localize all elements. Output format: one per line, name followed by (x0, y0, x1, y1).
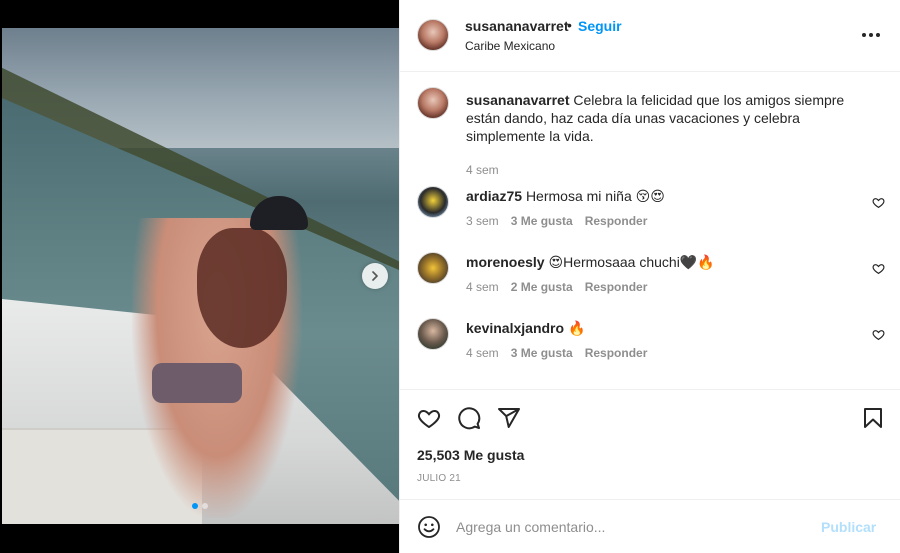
emoji-icon[interactable] (417, 515, 441, 539)
comment-username[interactable]: morenoesly (466, 254, 545, 270)
comment-meta: 4 sem 3 Me gusta Responder (466, 346, 647, 360)
author-username[interactable]: susananavarret (465, 18, 569, 34)
caption-time[interactable]: 4 sem (466, 163, 499, 177)
carousel-indicator (192, 503, 208, 509)
comment-meta: 3 sem 3 Me gusta Responder (466, 214, 647, 228)
carousel-next-button[interactable] (362, 263, 388, 289)
comment-item: ardiaz75 Hermosa mi niña 😚😍 3 sem 3 Me g… (417, 186, 887, 236)
post-media (0, 0, 399, 553)
comment-time[interactable]: 4 sem (466, 280, 499, 294)
comment-item: morenoesly 😍Hermosaaa chuchi🖤🔥 4 sem 2 M… (417, 252, 887, 302)
follow-button[interactable]: Seguir (578, 18, 622, 34)
bookmark-icon[interactable] (861, 406, 885, 430)
caption-avatar[interactable] (417, 87, 449, 119)
comment-text: Hermosa mi niña 😚😍 (525, 188, 665, 204)
comment-input[interactable] (456, 515, 796, 539)
post-actions: 25,503 Me gusta JULIO 21 (400, 389, 900, 499)
share-icon[interactable] (497, 406, 521, 430)
comment-like-heart-icon[interactable] (872, 196, 885, 209)
comment-line: ardiaz75 Hermosa mi niña 😚😍 (466, 188, 665, 205)
comment-line: morenoesly 😍Hermosaaa chuchi🖤🔥 (466, 254, 715, 271)
comment-icon[interactable] (457, 406, 481, 430)
caption-username[interactable]: susananavarret (466, 92, 570, 108)
comment-like-heart-icon[interactable] (872, 262, 885, 275)
post-date[interactable]: JULIO 21 (417, 473, 461, 484)
post-header: susananavarret • Seguir Caribe Mexicano (400, 0, 900, 72)
caption-text: susananavarret Celebra la felicidad que … (466, 91, 861, 145)
photo-swimsuit (152, 363, 242, 403)
chevron-right-icon (372, 271, 378, 281)
comment-text: 🔥 (567, 320, 586, 336)
comment-likes[interactable]: 2 Me gusta (511, 280, 573, 294)
more-options-icon[interactable] (862, 26, 880, 44)
reply-button[interactable]: Responder (585, 280, 648, 294)
comment-meta: 4 sem 2 Me gusta Responder (466, 280, 647, 294)
like-count[interactable]: 25,503 Me gusta (417, 447, 524, 463)
comment-likes[interactable]: 3 Me gusta (511, 346, 573, 360)
comment-username[interactable]: ardiaz75 (466, 188, 522, 204)
header-separator: • (567, 17, 572, 33)
comment-composer: Publicar (400, 499, 900, 553)
comment-time[interactable]: 4 sem (466, 346, 499, 360)
comments-list[interactable]: susananavarret Celebra la felicidad que … (400, 73, 900, 389)
publish-button[interactable]: Publicar (821, 519, 876, 535)
comment-likes[interactable]: 3 Me gusta (511, 214, 573, 228)
comment-avatar[interactable] (417, 318, 449, 350)
post-location[interactable]: Caribe Mexicano (465, 39, 555, 53)
post-photo[interactable] (2, 28, 399, 524)
comment-text: 😍Hermosaaa chuchi🖤🔥 (548, 254, 715, 270)
post-side-panel: susananavarret • Seguir Caribe Mexicano … (399, 0, 900, 553)
reply-button[interactable]: Responder (585, 214, 648, 228)
photo-hair (197, 228, 287, 348)
comment-line: kevinalxjandro 🔥 (466, 320, 585, 337)
heart-icon[interactable] (417, 406, 441, 430)
comment-item: kevinalxjandro 🔥 4 sem 3 Me gusta Respon… (417, 318, 887, 368)
carousel-dot-active (192, 503, 198, 509)
comment-time[interactable]: 3 sem (466, 214, 499, 228)
author-avatar[interactable] (417, 19, 449, 51)
comment-avatar[interactable] (417, 252, 449, 284)
reply-button[interactable]: Responder (585, 346, 648, 360)
comment-avatar[interactable] (417, 186, 449, 218)
comment-like-heart-icon[interactable] (872, 328, 885, 341)
comment-username[interactable]: kevinalxjandro (466, 320, 564, 336)
carousel-dot (202, 503, 208, 509)
